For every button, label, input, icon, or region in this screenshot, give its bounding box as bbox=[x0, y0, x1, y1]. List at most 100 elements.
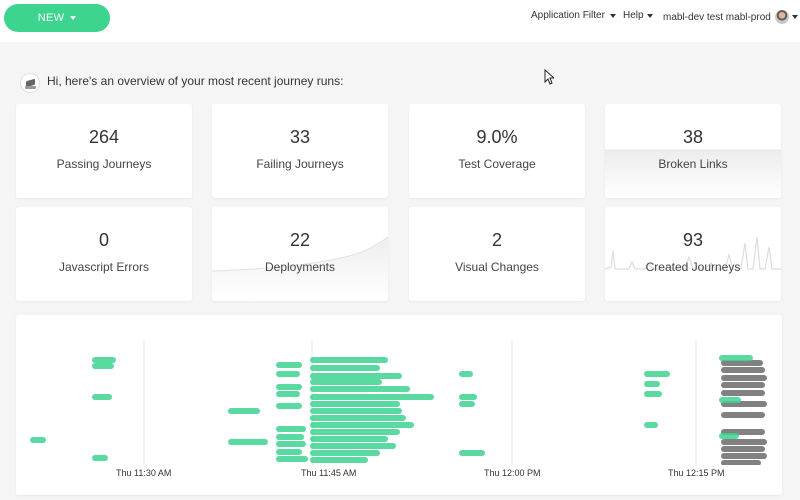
journey-run-bar[interactable] bbox=[310, 357, 388, 363]
journey-run-bar[interactable] bbox=[721, 460, 761, 465]
stat-card-deployments[interactable]: 22 Deployments bbox=[212, 207, 388, 301]
stat-label: Javascript Errors bbox=[58, 260, 150, 274]
stat-value: 33 bbox=[289, 127, 311, 147]
stat-label: Broken Links bbox=[658, 157, 728, 171]
journey-icon bbox=[20, 73, 40, 93]
journey-run-bar[interactable] bbox=[276, 449, 302, 455]
journey-run-bar[interactable] bbox=[310, 408, 402, 414]
stat-label: Deployments bbox=[264, 260, 336, 274]
stat-label: Test Coverage bbox=[458, 157, 536, 171]
chevron-down-icon bbox=[646, 13, 653, 18]
stat-card-created-journeys[interactable]: 93 Created Journeys bbox=[605, 207, 781, 301]
top-bar: NEW Application Filter Help mabl-dev tes… bbox=[0, 0, 800, 42]
journey-run-bar[interactable] bbox=[310, 394, 434, 400]
mouse-cursor-icon bbox=[544, 69, 554, 85]
journey-run-bar[interactable] bbox=[310, 386, 410, 392]
journey-run-bar[interactable] bbox=[459, 371, 473, 377]
user-label: mabl-dev test mabl-prod bbox=[663, 11, 771, 23]
journey-run-bar[interactable] bbox=[644, 371, 670, 377]
stat-value: 38 bbox=[682, 127, 704, 147]
journey-run-bar[interactable] bbox=[459, 394, 477, 400]
chevron-down-icon bbox=[70, 16, 77, 20]
stat-card-passing-journeys[interactable]: 264 Passing Journeys bbox=[16, 104, 192, 198]
journey-run-bar[interactable] bbox=[228, 439, 268, 445]
sparkline-background bbox=[605, 149, 781, 198]
journey-run-bar[interactable] bbox=[721, 453, 767, 459]
application-filter-label: Application Filter bbox=[531, 10, 605, 21]
stat-value: 264 bbox=[88, 127, 120, 147]
stat-label: Failing Journeys bbox=[256, 157, 344, 171]
journey-run-bar[interactable] bbox=[721, 382, 765, 388]
journey-run-bar[interactable] bbox=[310, 365, 380, 371]
stat-card-broken-links[interactable]: 38 Broken Links bbox=[605, 104, 781, 198]
journey-run-bar[interactable] bbox=[721, 367, 765, 373]
help-label: Help bbox=[623, 10, 644, 21]
new-button[interactable]: NEW bbox=[4, 4, 110, 32]
journey-run-bar[interactable] bbox=[719, 397, 741, 403]
journey-run-bar[interactable] bbox=[721, 375, 767, 381]
journey-run-bar[interactable] bbox=[644, 381, 660, 387]
stat-value: 2 bbox=[491, 230, 502, 250]
stat-label: Visual Changes bbox=[455, 260, 539, 274]
sparkline-background bbox=[605, 236, 781, 270]
journey-run-bar[interactable] bbox=[310, 415, 406, 421]
greeting-text: Hi, here's an overview of your most rece… bbox=[47, 74, 344, 88]
journey-run-bar[interactable] bbox=[30, 437, 46, 443]
chevron-down-icon bbox=[791, 15, 798, 19]
stat-card-test-coverage[interactable]: 9.0% Test Coverage bbox=[409, 104, 585, 198]
journey-run-bar[interactable] bbox=[276, 362, 302, 368]
journey-run-bar[interactable] bbox=[310, 379, 382, 385]
journey-run-bar[interactable] bbox=[276, 391, 300, 397]
journey-run-bar[interactable] bbox=[459, 450, 485, 456]
avatar bbox=[774, 10, 789, 24]
journey-run-bar[interactable] bbox=[276, 403, 302, 409]
journey-run-bar[interactable] bbox=[276, 371, 300, 377]
journey-run-bar[interactable] bbox=[310, 401, 400, 407]
journey-run-bar[interactable] bbox=[276, 441, 306, 447]
journey-run-bar[interactable] bbox=[310, 436, 388, 442]
journey-run-bar[interactable] bbox=[310, 457, 368, 463]
journey-run-bar[interactable] bbox=[310, 443, 396, 449]
stat-card-visual-changes[interactable]: 2 Visual Changes bbox=[409, 207, 585, 301]
journey-run-bar[interactable] bbox=[92, 357, 116, 363]
journey-run-bar[interactable] bbox=[721, 439, 767, 445]
journey-run-bar[interactable] bbox=[721, 412, 765, 418]
journey-run-bar[interactable] bbox=[310, 422, 414, 428]
journey-run-bar[interactable] bbox=[719, 433, 739, 439]
help-menu[interactable]: Help bbox=[623, 10, 653, 21]
timeline-tick-label: Thu 12:00 PM bbox=[484, 468, 541, 478]
journey-run-bar[interactable] bbox=[644, 391, 662, 397]
journey-run-bar[interactable] bbox=[92, 455, 108, 461]
stat-card-javascript-errors[interactable]: 0 Javascript Errors bbox=[16, 207, 192, 301]
application-filter-menu[interactable]: Application Filter bbox=[531, 10, 616, 21]
user-menu[interactable]: mabl-dev test mabl-prod bbox=[663, 10, 798, 24]
timeline-tick-label: Thu 11:30 AM bbox=[116, 468, 172, 478]
journey-run-bar[interactable] bbox=[276, 434, 304, 440]
journey-run-bar[interactable] bbox=[92, 363, 114, 369]
journey-run-bar[interactable] bbox=[719, 355, 753, 361]
journey-run-bar[interactable] bbox=[276, 384, 302, 390]
timeline-chart bbox=[30, 340, 767, 465]
journey-run-bar[interactable] bbox=[459, 401, 475, 407]
stat-value: 93 bbox=[682, 230, 704, 250]
journey-run-bar[interactable] bbox=[310, 450, 380, 456]
journey-run-bar[interactable] bbox=[721, 446, 765, 452]
journey-run-bar[interactable] bbox=[92, 394, 112, 400]
stat-card-failing-journeys[interactable]: 33 Failing Journeys bbox=[212, 104, 388, 198]
journey-run-bar[interactable] bbox=[721, 390, 765, 396]
journey-run-bar[interactable] bbox=[310, 373, 402, 379]
journey-run-bar[interactable] bbox=[276, 426, 306, 432]
stat-value: 9.0% bbox=[476, 127, 518, 147]
timeline-tick-label: Thu 11:45 AM bbox=[301, 468, 357, 478]
stat-value: 22 bbox=[289, 230, 311, 250]
chevron-down-icon bbox=[609, 13, 616, 18]
journey-run-bar[interactable] bbox=[644, 422, 658, 428]
journey-runs-timeline[interactable]: Thu 11:30 AM Thu 11:45 AM Thu 12:00 PM T… bbox=[16, 315, 782, 495]
new-button-label: NEW bbox=[37, 12, 65, 24]
stat-label: Passing Journeys bbox=[56, 157, 152, 171]
journey-run-bar[interactable] bbox=[276, 456, 308, 462]
stat-label: Created Journeys bbox=[645, 260, 741, 274]
journey-run-bar[interactable] bbox=[228, 408, 260, 414]
journey-run-bar[interactable] bbox=[310, 429, 400, 435]
stat-value: 0 bbox=[98, 230, 109, 250]
